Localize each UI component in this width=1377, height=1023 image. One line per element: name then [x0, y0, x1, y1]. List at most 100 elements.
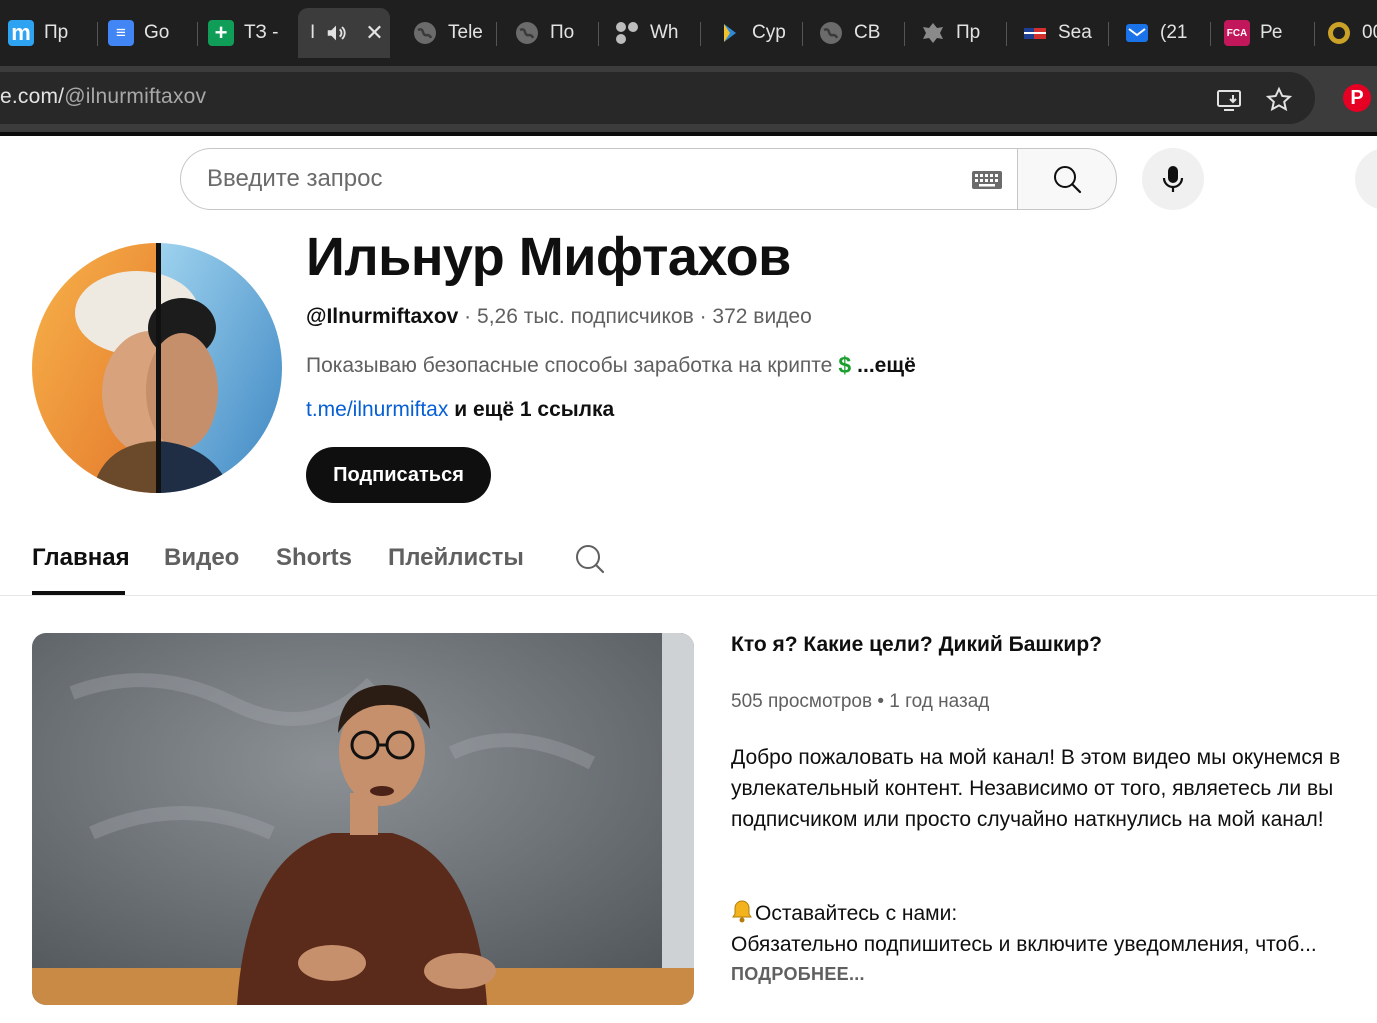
browser-tab-strip: m Пр ≡ Go + ТЗ - I ✕ Tele По Wh Cyp CB П… [0, 0, 1377, 66]
microphone-icon [1162, 166, 1184, 192]
browser-tab[interactable]: CB [810, 8, 902, 58]
tab-favicon-icon: + [208, 20, 234, 46]
star-icon[interactable] [1265, 86, 1293, 114]
browser-tab[interactable]: + ТЗ - [200, 8, 288, 58]
tab-title: I [310, 22, 316, 43]
read-more-link[interactable]: ПОДРОБНЕЕ... [731, 964, 865, 985]
address-url[interactable]: e.com/@ilnurmiftaxov [0, 85, 206, 109]
channel-link[interactable]: t.me/ilnurmiftax [306, 398, 448, 421]
tab-title: (21 [1160, 22, 1188, 43]
browser-tab[interactable]: Tele [404, 8, 494, 58]
arrow-logo-icon [724, 24, 736, 42]
channel-tabs: Главная Видео Shorts Плейлисты [0, 530, 1377, 596]
more-links[interactable]: и ещё 1 ссылка [454, 398, 614, 421]
dots-logo-icon [616, 22, 638, 44]
coin-icon [1328, 22, 1350, 44]
tab-title: Пр [44, 22, 69, 43]
tab-shorts[interactable]: Shorts [276, 544, 352, 572]
video-count: 372 видео [712, 305, 812, 328]
avatar-image [32, 243, 282, 493]
tab-separator [904, 22, 905, 46]
globe-icon [414, 22, 436, 44]
active-tab-indicator [32, 591, 125, 595]
tab-home[interactable]: Главная [32, 544, 130, 572]
speaker-icon[interactable] [325, 22, 347, 44]
tab-separator [97, 22, 98, 46]
browser-tab[interactable]: Wh [606, 8, 698, 58]
browser-tab[interactable]: По [506, 8, 596, 58]
tab-favicon-icon: FCA [1224, 20, 1250, 46]
tab-separator [1314, 22, 1315, 46]
featured-video-meta: 505 просмотров • 1 год назад [731, 691, 989, 713]
subscribe-button[interactable]: Подписаться [306, 447, 491, 503]
browser-toolbar: e.com/@ilnurmiftaxov P [0, 66, 1377, 132]
tab-favicon-icon: m [8, 20, 34, 46]
channel-links: t.me/ilnurmiftax и ещё 1 ссылка [306, 398, 614, 422]
tab-favicon-icon: ≡ [108, 20, 134, 46]
install-app-icon[interactable] [1215, 86, 1243, 114]
browser-tab[interactable]: Пр [912, 8, 1004, 58]
meta-separator: • [872, 691, 890, 712]
meta-separator: · [693, 305, 713, 328]
featured-video-title[interactable]: Кто я? Какие цели? Дикий Башкир? [731, 633, 1102, 657]
tab-separator [1108, 22, 1109, 46]
tab-title: По [550, 22, 575, 43]
channel-description[interactable]: Показываю безопасные способы заработка н… [306, 352, 916, 379]
subscriber-count: 5,26 тыс. подписчиков [477, 305, 694, 328]
tab-title: Tele [448, 22, 483, 43]
voice-search-button[interactable] [1142, 148, 1204, 210]
tab-videos[interactable]: Видео [164, 544, 239, 572]
view-count: 505 просмотров [731, 691, 873, 712]
tab-title: Go [144, 22, 170, 43]
globe-icon [820, 22, 842, 44]
tab-title: Sea [1058, 22, 1092, 43]
search-input[interactable] [207, 159, 947, 199]
browser-tab[interactable]: m Пр [0, 8, 96, 58]
tab-title: CB [854, 22, 881, 43]
featured-video-thumbnail[interactable] [32, 633, 694, 1005]
tab-title: Пр [956, 22, 981, 43]
mail-icon [1126, 24, 1148, 42]
browser-tab[interactable]: Sea [1014, 8, 1106, 58]
tab-separator [1210, 22, 1211, 46]
bell-icon [731, 899, 755, 932]
emblem-icon [923, 23, 943, 43]
channel-name: Ильнур Мифтахов [306, 227, 791, 287]
channel-avatar[interactable] [32, 243, 282, 493]
tab-separator [496, 22, 497, 46]
tab-separator [1006, 22, 1007, 46]
tab-title: 00 [1362, 22, 1377, 43]
browser-tab[interactable]: 00 [1318, 8, 1377, 58]
description-more[interactable]: ...ещё [857, 354, 916, 378]
close-icon[interactable]: ✕ [365, 20, 383, 46]
channel-meta: @Ilnurmiftaxov · 5,26 тыс. подписчиков ·… [306, 305, 812, 329]
create-button[interactable] [1355, 148, 1377, 210]
featured-video-description: Добро пожаловать на мой канал! В этом ви… [731, 746, 1341, 831]
address-bar[interactable]: e.com/@ilnurmiftaxov [0, 72, 1315, 124]
browser-tab[interactable]: ≡ Go [100, 8, 196, 58]
tab-playlists[interactable]: Плейлисты [388, 544, 524, 572]
tab-separator [700, 22, 701, 46]
dollar-icon: $ [838, 352, 852, 378]
keyboard-icon[interactable] [971, 170, 1003, 190]
notify-line: Оставайтесь с нами: [731, 898, 1361, 932]
browser-tab[interactable]: FCA Ре [1216, 8, 1312, 58]
tab-title: Cyp [752, 22, 786, 43]
globe-icon [516, 22, 538, 44]
channel-handle: @Ilnurmiftaxov [306, 305, 459, 328]
browser-tab[interactable]: Cyp [708, 8, 800, 58]
tab-separator [598, 22, 599, 46]
browser-tab-active[interactable]: I ✕ [298, 8, 390, 58]
tab-title: Wh [650, 22, 679, 43]
chrome-divider [0, 132, 1377, 136]
search-button[interactable] [1017, 148, 1117, 210]
tab-separator [197, 22, 198, 46]
pinterest-extension-icon[interactable]: P [1343, 84, 1371, 112]
notify-detail: Обязательно подпишитесь и включите уведо… [731, 933, 1317, 956]
flag-icon [1024, 28, 1046, 39]
upload-age: 1 год назад [889, 691, 990, 712]
channel-search-icon[interactable] [574, 543, 606, 575]
browser-tab[interactable]: (21 [1116, 8, 1208, 58]
meta-separator: · [458, 305, 478, 328]
description-text: Показываю безопасные способы заработка н… [306, 353, 833, 377]
